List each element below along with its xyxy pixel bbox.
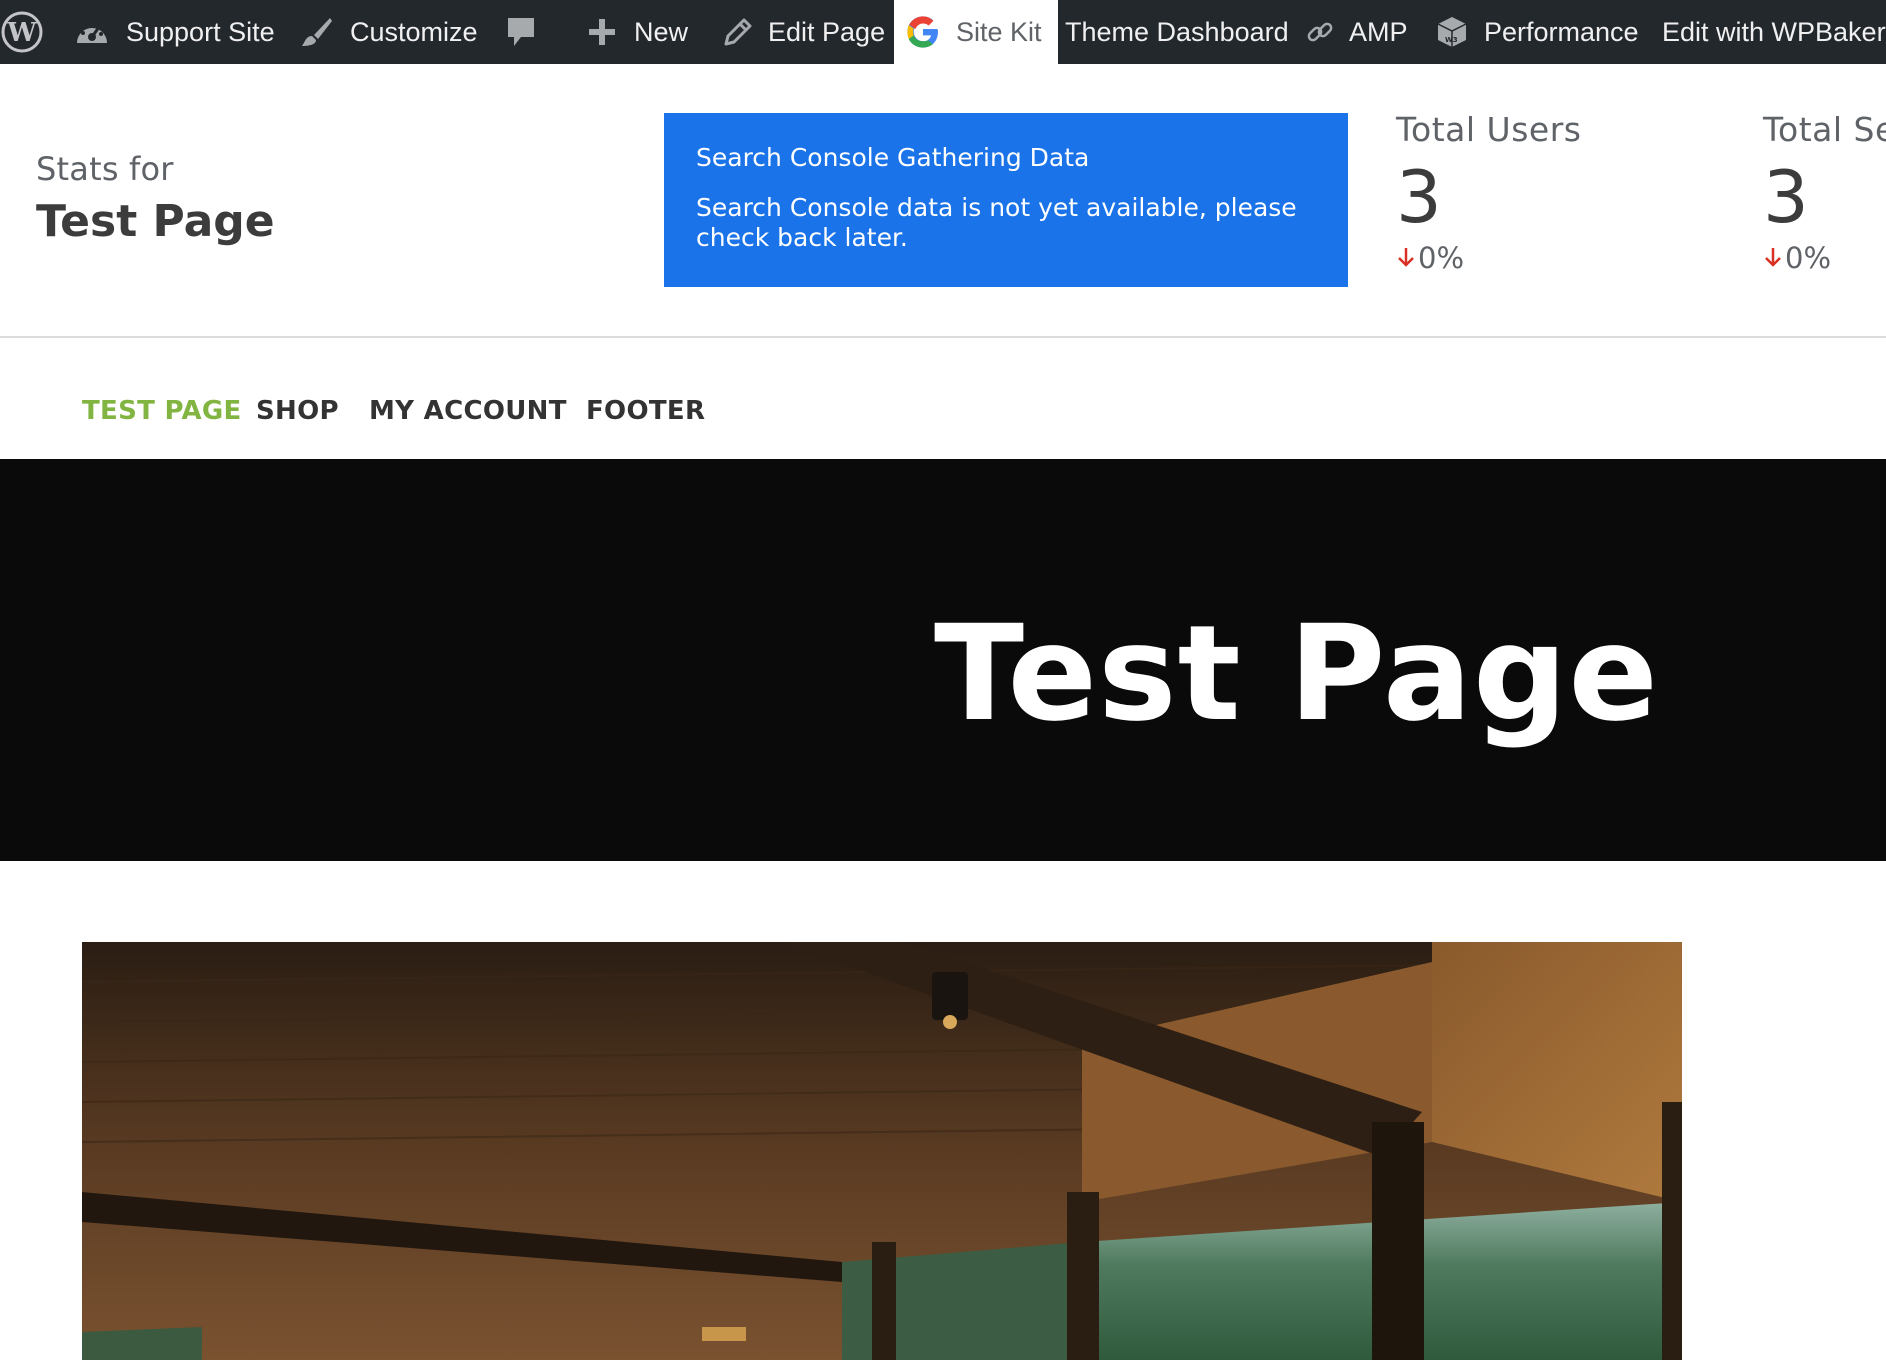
wordpress-menu[interactable]: W [0,0,44,64]
page-hero-banner: Test Page [0,459,1886,861]
search-console-notice: Search Console Gathering Data Search Con… [664,113,1348,287]
stats-page-title: Test Page [36,196,275,247]
theme-dashboard-menu[interactable]: Theme Dashboard [1065,0,1289,64]
site-kit-menu[interactable]: Site Kit [894,0,1058,64]
edit-page-menu[interactable]: Edit Page [722,0,885,64]
performance-label: Performance [1484,16,1639,47]
metric-change: 0% [1763,241,1886,275]
google-g-icon [906,15,940,49]
new-label: New [634,16,689,47]
site-navigation: TEST PAGE SHOP MY ACCOUNT FOOTER [0,360,1886,460]
amp-label: AMP [1349,16,1408,47]
wordpress-logo-icon: W [0,10,44,54]
support-site-menu[interactable]: Support Site [74,0,275,64]
edit-with-wpbakery-menu[interactable]: Edit with WPBakery [1662,0,1886,64]
w3tc-cube-icon: W3 [1434,14,1470,50]
arrow-down-icon [1763,241,1783,275]
site-kit-stats-bar: Stats for Test Page Search Console Gathe… [0,64,1886,338]
arrow-down-icon [1396,241,1416,275]
performance-menu[interactable]: W3 Performance [1434,0,1639,64]
stats-for-label: Stats for [36,150,174,188]
metric-change: 0% [1396,241,1581,275]
amp-link-icon [1305,17,1335,47]
customize-label: Customize [350,16,478,47]
edit-page-label: Edit Page [768,16,886,47]
metric-total-users: Total Users 3 0% [1396,110,1581,275]
notice-title: Search Console Gathering Data [696,143,1090,172]
nav-item-shop[interactable]: SHOP [256,396,339,426]
nav-item-my-account[interactable]: MY ACCOUNT [369,396,567,426]
new-content-menu[interactable]: New [588,0,688,64]
featured-image [82,942,1682,1360]
admin-bar: W Support Site Customize New Edit Page S… [0,0,1886,64]
theme-dashboard-label: Theme Dashboard [1065,16,1289,47]
svg-text:W3: W3 [1445,36,1458,44]
customize-menu[interactable]: Customize [300,0,478,64]
metric-value: 3 [1763,155,1809,239]
site-kit-label: Site Kit [956,16,1042,47]
metric-change-value: 0% [1785,241,1832,275]
hero-title: Test Page [934,597,1659,751]
svg-text:W: W [6,18,37,48]
metric-label: Total Users [1396,110,1582,149]
metric-label: Total Se [1763,110,1886,149]
notice-body: Search Console data is not yet available… [696,193,1297,252]
metric-total-sessions: Total Se 3 0% [1763,110,1886,275]
edit-with-wpbakery-label: Edit with WPBakery [1662,16,1886,47]
support-site-label: Support Site [126,16,275,47]
nav-item-footer[interactable]: FOOTER [586,396,705,426]
dashboard-icon [74,17,110,47]
nav-item-test-page[interactable]: TEST PAGE [82,396,242,426]
comments-menu[interactable] [506,0,536,64]
metric-value: 3 [1396,155,1442,239]
plus-icon [588,18,616,46]
comment-icon [506,15,536,49]
metric-change-value: 0% [1418,241,1465,275]
amp-menu[interactable]: AMP [1305,0,1408,64]
pencil-icon [722,16,754,48]
paintbrush-icon [300,15,334,49]
